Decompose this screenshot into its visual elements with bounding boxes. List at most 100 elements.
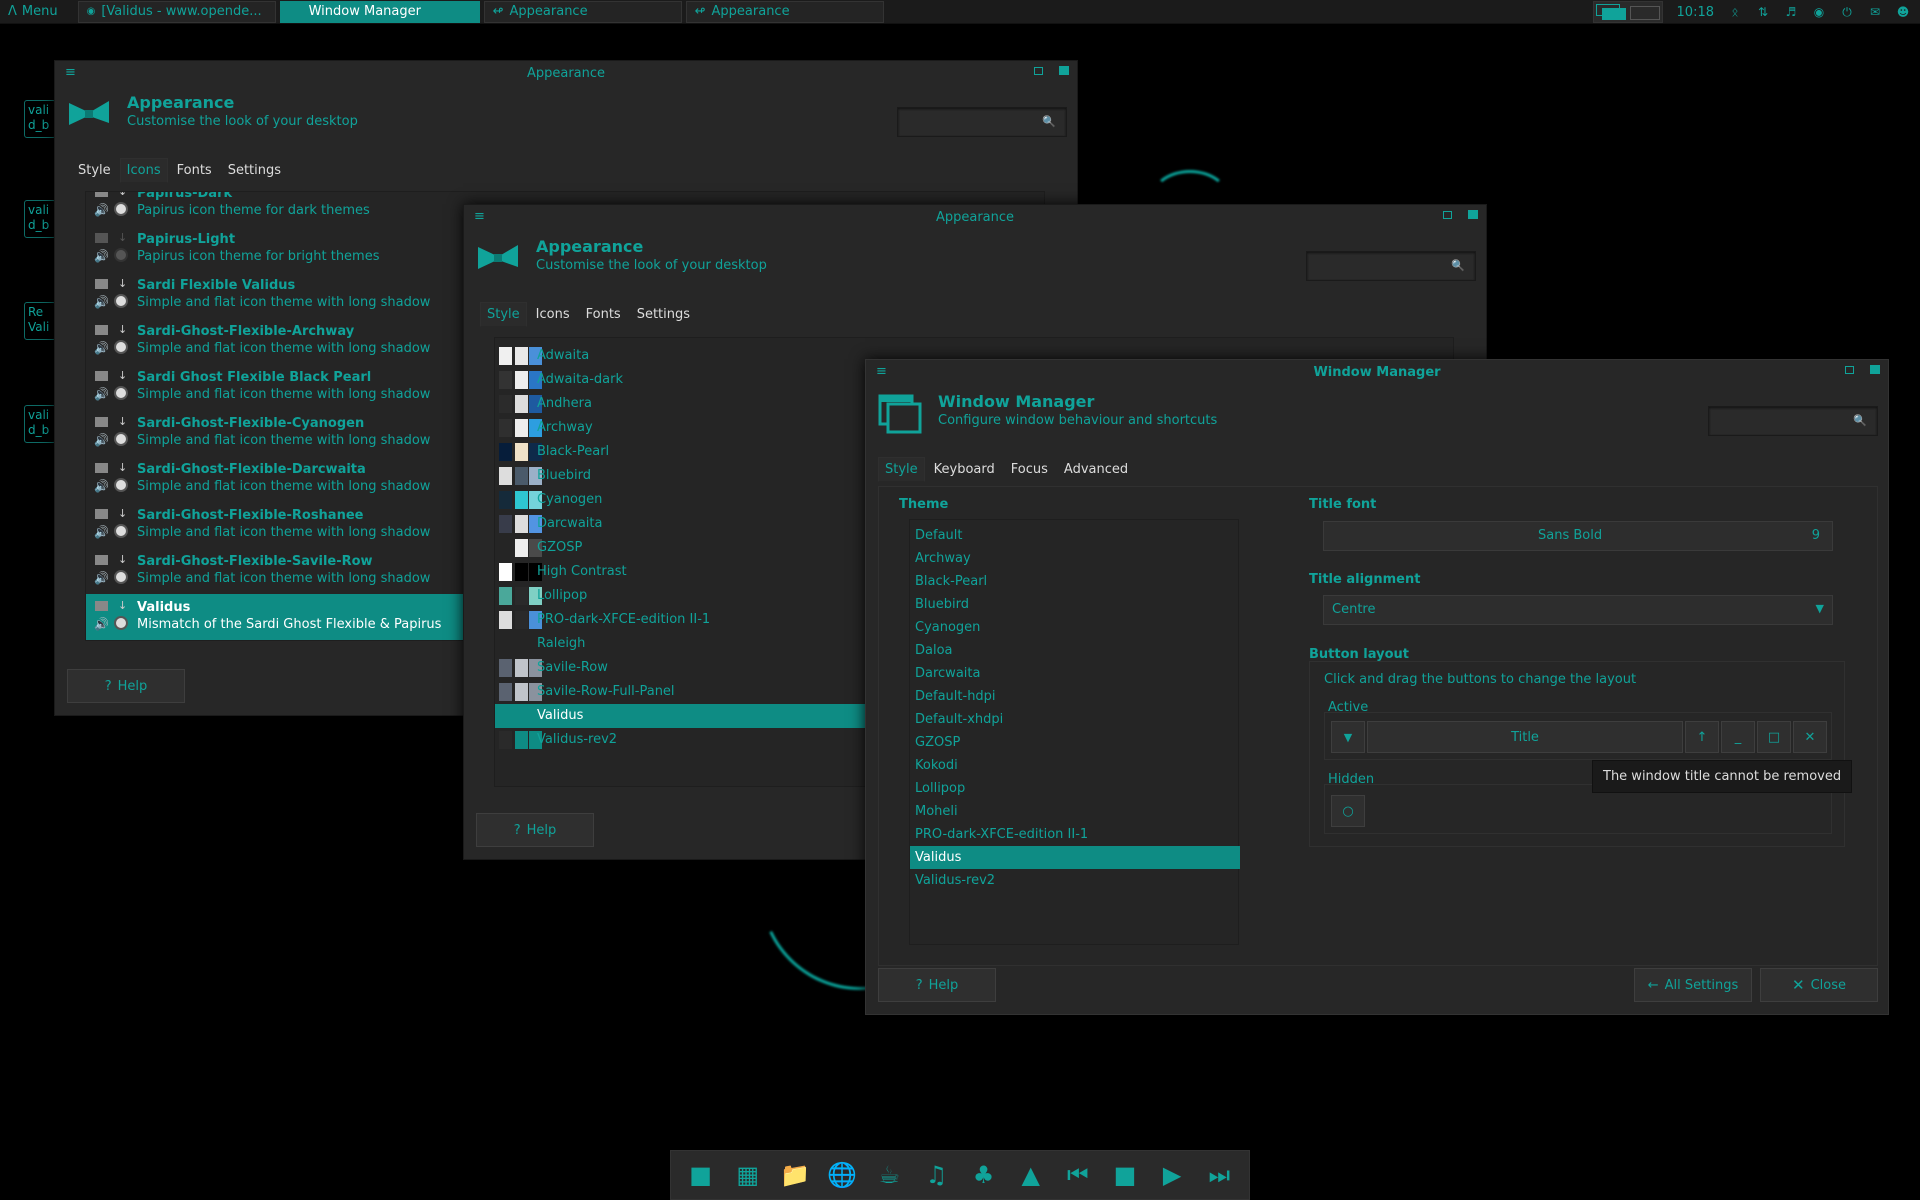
search-input[interactable]: 🔍 [1306,251,1476,281]
window-menu-icon[interactable]: ≡ [474,209,485,224]
theme-row[interactable]: Validus [910,846,1240,869]
bluetooth-icon[interactable]: ᛟ [1728,5,1742,19]
theme-row[interactable]: Lollipop [910,777,1240,800]
taskbar-item-appearance[interactable]: ↫ Appearance [483,0,682,23]
taskbar-item-window-manager[interactable]: Window Manager [279,0,480,23]
theme-row[interactable]: Archway [910,547,1240,570]
theme-row[interactable]: Daloa [910,639,1240,662]
desktop-icon[interactable]: vali d_b [24,405,56,443]
inkscape-icon[interactable]: ▲ [1015,1159,1047,1191]
stop-icon[interactable]: ■ [1109,1159,1141,1191]
icon-theme-row[interactable]: ↓ 🔊 Sardi-Ghost-Flexible-Savile-Row Simple … [86,548,466,594]
tab-style[interactable]: Style [878,457,925,482]
help-button[interactable]: ? Help [476,813,594,847]
search-input[interactable]: 🔍 [1708,406,1878,436]
tab-fonts[interactable]: Fonts [579,302,628,327]
theme-row[interactable]: PRO-dark-XFCE-edition II-1 [910,823,1240,846]
power-icon[interactable]: ⏻ [1840,5,1854,19]
theme-row[interactable]: Validus-rev2 [910,869,1240,892]
theme-row[interactable]: Moheli [910,800,1240,823]
user-icon[interactable]: ☻ [1896,5,1910,19]
icon-theme-row[interactable]: ↓ 🔊 Sardi-Ghost-Flexible-Roshanee Simple an… [86,502,466,548]
tab-keyboard[interactable]: Keyboard [927,457,1002,482]
style-row[interactable]: Savile-Row [495,656,885,680]
icon-theme-row[interactable]: ↓ 🔊 Sardi Ghost Flexible Black Pearl Simple… [86,364,466,410]
gimp-icon[interactable]: ♣ [968,1159,1000,1191]
theme-row[interactable]: Default-xhdpi [910,708,1240,731]
browser-icon[interactable]: 🌐 [826,1159,858,1191]
style-row[interactable]: Raleigh [495,632,885,656]
theme-list[interactable]: Default Archway Black-Pearl Bluebird Cyanoge… [909,519,1240,945]
style-row[interactable]: Lollipop [495,584,885,608]
theme-row[interactable]: Default [910,524,1240,547]
title-bar[interactable]: ≡ Appearance [464,205,1486,229]
previous-icon[interactable]: ⏮ [1062,1159,1094,1191]
network-icon[interactable]: ⇅ [1756,5,1770,19]
tab-style[interactable]: Style [71,158,118,183]
maximize-button[interactable] [1468,210,1478,219]
next-icon[interactable]: ⏭ [1203,1159,1235,1191]
style-row[interactable]: Validus-rev2 [495,728,885,752]
maximize-button[interactable] [1059,66,1069,75]
theme-row[interactable]: Darcwaita [910,662,1240,685]
clock[interactable]: 10:18 [1677,5,1714,20]
volume-icon[interactable]: ♬ [1784,5,1798,19]
icon-theme-row[interactable]: ↓ 🔊 Sardi-Ghost-Flexible-Darcwaita Simple a… [86,456,466,502]
show-desktop-icon[interactable]: ■ [685,1159,717,1191]
style-row[interactable]: Cyanogen [495,488,885,512]
icon-theme-row[interactable]: ↓ 🔊 Validus Mismatch of the Sardi Ghost Fle… [86,594,466,640]
menu-layout-button[interactable]: ▼ [1331,721,1365,753]
window-menu-icon[interactable]: ≡ [876,364,887,379]
tab-icons[interactable]: Icons [529,302,577,327]
style-row[interactable]: Andhera [495,392,885,416]
tab-advanced[interactable]: Advanced [1057,457,1135,482]
minimize-layout-button[interactable]: _ [1721,721,1755,753]
tab-fonts[interactable]: Fonts [170,158,219,183]
style-row[interactable]: GZOSP [495,536,885,560]
maximize-layout-button[interactable]: □ [1757,721,1791,753]
tab-settings[interactable]: Settings [630,302,697,327]
style-row[interactable]: Bluebird [495,464,885,488]
style-row[interactable]: Archway [495,416,885,440]
title-bar[interactable]: ≡ Window Manager [866,360,1888,384]
style-row[interactable]: PRO-dark-XFCE-edition II-1 [495,608,885,632]
style-row[interactable]: High Contrast [495,560,885,584]
icon-theme-row[interactable]: ↓ 🔊 Sardi Flexible Validus Simple and flat … [86,272,466,318]
minimize-button[interactable] [1845,366,1854,374]
icon-theme-row[interactable]: ↓ 🔊 Papirus-Dark Papirus icon theme for dar… [86,192,466,226]
play-icon[interactable]: ▶ [1156,1159,1188,1191]
taskbar-item-appearance-2[interactable]: ↫ Appearance [685,0,884,23]
style-row[interactable]: Adwaita-dark [495,368,885,392]
theme-row[interactable]: Cyanogen [910,616,1240,639]
help-button[interactable]: ? Help [67,669,185,703]
desktop-icon[interactable]: Re Vali [24,302,56,340]
close-button[interactable]: ✕ Close [1760,968,1878,1002]
title-bar[interactable]: ≡ Appearance [55,61,1077,85]
style-row[interactable]: Savile-Row-Full-Panel [495,680,885,704]
title-alignment-select[interactable]: Centre ▼ [1323,595,1833,625]
tab-style[interactable]: Style [480,302,527,327]
tab-icons[interactable]: Icons [119,158,168,183]
mail-icon[interactable]: ✉ [1868,5,1882,19]
music-note-icon[interactable]: ♫ [920,1159,952,1191]
stick-layout-button[interactable]: ○ [1331,795,1365,827]
tab-settings[interactable]: Settings [221,158,288,183]
style-row[interactable]: Darcwaita [495,512,885,536]
workspace-switcher[interactable] [1592,1,1663,23]
shade-layout-button[interactable]: ↑ [1685,721,1719,753]
terminal-icon[interactable]: ▦ [732,1159,764,1191]
title-layout-button[interactable]: Title [1367,721,1683,753]
minimize-button[interactable] [1443,211,1452,219]
theme-row[interactable]: GZOSP [910,731,1240,754]
desktop-icon[interactable]: vali d_b [24,200,56,238]
minimize-button[interactable] [1034,67,1043,75]
close-layout-button[interactable]: ✕ [1793,721,1827,753]
desktop-icon[interactable]: vali d_b [24,100,56,138]
maximize-button[interactable] [1870,365,1880,374]
tab-focus[interactable]: Focus [1004,457,1055,482]
search-input[interactable]: 🔍 [897,107,1067,137]
style-row[interactable]: Adwaita [495,344,885,368]
theme-row[interactable]: Black-Pearl [910,570,1240,593]
icon-theme-row[interactable]: ↓ 🔊 Sardi-Ghost-Flexible-Archway Simple and… [86,318,466,364]
icon-theme-row[interactable]: ↓ 🔊 Sardi-Ghost-Flexible-Cyanogen Simple an… [86,410,466,456]
